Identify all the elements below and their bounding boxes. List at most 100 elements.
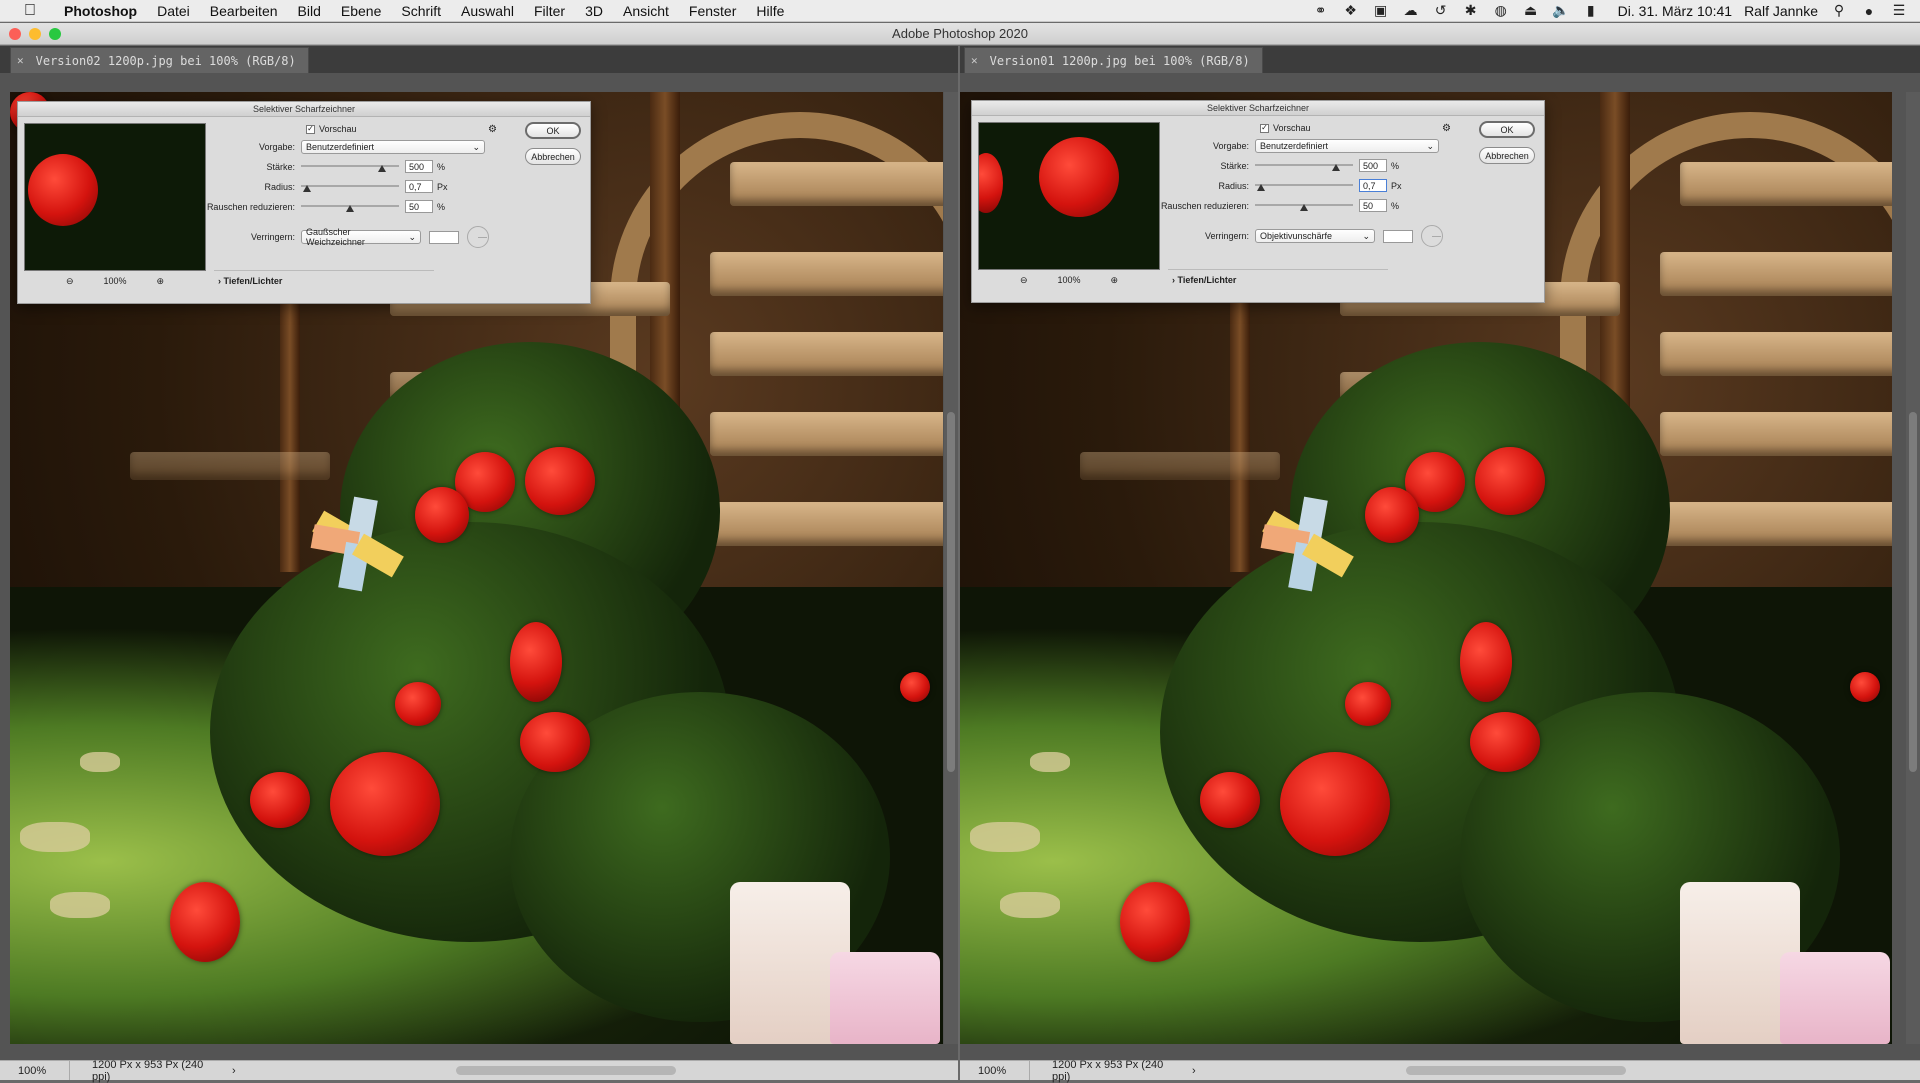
zoom-out-icon[interactable]: ⊖ (1020, 275, 1028, 286)
menu-filter[interactable]: Filter (524, 3, 575, 19)
menu-datei[interactable]: Datei (147, 3, 200, 19)
eject-icon[interactable]: ⏏ (1522, 2, 1540, 19)
noise-slider[interactable] (1255, 200, 1353, 212)
shadows-highlights-section[interactable]: › Tiefen/Lichter (218, 276, 282, 286)
status-zoom[interactable]: 100% (960, 1061, 1030, 1080)
ok-button[interactable]: OK (525, 122, 581, 139)
remove-select[interactable]: Gaußscher Weichzeichner ⌄ (301, 227, 421, 247)
chevron-right-icon[interactable]: › (232, 1065, 236, 1077)
preset-select[interactable]: Benutzerdefiniert ⌄ (1255, 139, 1439, 153)
chevron-right-icon[interactable]: › (1192, 1065, 1196, 1077)
cancel-button[interactable]: Abbrechen (1479, 147, 1535, 164)
radius-slider-knob[interactable] (302, 184, 311, 192)
maximize-window-button[interactable] (49, 27, 61, 40)
zoom-out-icon[interactable]: ⊖ (66, 276, 74, 287)
menu-bild[interactable]: Bild (288, 3, 331, 19)
menu-ebene[interactable]: Ebene (331, 3, 391, 19)
chevron-down-icon: ⌄ (1362, 230, 1370, 241)
vertical-scrollbar[interactable] (1906, 92, 1920, 1044)
menu-hilfe[interactable]: Hilfe (746, 3, 794, 19)
preset-select[interactable]: Benutzerdefiniert ⌄ (301, 140, 485, 154)
angle-field[interactable] (429, 230, 459, 244)
wifi-icon[interactable]: ◍ (1492, 2, 1510, 19)
menu-ansicht[interactable]: Ansicht (613, 3, 679, 19)
noise-field[interactable]: 50 (405, 200, 433, 213)
timemachine-icon[interactable]: ↺ (1432, 2, 1450, 19)
shadows-highlights-section[interactable]: › Tiefen/Lichter (1172, 275, 1236, 285)
menu-app-name[interactable]: Photoshop (54, 3, 147, 19)
menu-fenster[interactable]: Fenster (679, 3, 746, 19)
radius-slider-knob[interactable] (1256, 183, 1265, 191)
remove-value: Gaußscher Weichzeichner (306, 227, 365, 247)
angle-dial-icon[interactable] (467, 226, 489, 248)
menu-3d[interactable]: 3D (575, 3, 613, 19)
clock[interactable]: Di. 31. März 10:41 (1618, 3, 1732, 19)
document-tab[interactable]: ✕ Version01 1200p.jpg bei 100% (RGB/8) (964, 47, 1263, 73)
filter-preview[interactable] (24, 123, 206, 271)
upload-icon[interactable]: ☁ (1402, 2, 1420, 19)
minimize-window-button[interactable] (29, 27, 41, 40)
close-tab-icon[interactable]: ✕ (971, 54, 978, 67)
gear-icon[interactable]: ⚙ (488, 124, 497, 135)
status-area: ⚭ ❖ ▣ ☁ ↺ ✱ ◍ ⏏ 🔈 ▮ Di. 31. März 10:41 R… (1312, 2, 1920, 19)
notification-center-icon[interactable]: ☰ (1890, 2, 1908, 19)
spotlight-search-icon[interactable]: ⚲ (1830, 2, 1848, 19)
vertical-scrollbar[interactable] (944, 92, 958, 1044)
radius-label: Radius: (1218, 180, 1249, 191)
display-icon[interactable]: ▣ (1372, 2, 1390, 19)
noise-row: Rauschen reduzieren: 50 % (206, 200, 445, 213)
dropbox-icon[interactable]: ❖ (1342, 2, 1360, 19)
close-tab-icon[interactable]: ✕ (17, 54, 24, 67)
remove-row: Verringern: Gaußscher Weichzeichner ⌄ (206, 226, 489, 248)
amount-slider[interactable] (1255, 160, 1353, 172)
noise-slider-knob[interactable] (346, 204, 354, 212)
angle-dial-icon[interactable] (1421, 225, 1443, 247)
remove-label: Verringern: (250, 232, 295, 242)
filter-preview[interactable] (978, 122, 1160, 270)
close-window-button[interactable] (9, 27, 21, 40)
cancel-button[interactable]: Abbrechen (525, 148, 581, 165)
noise-field[interactable]: 50 (1359, 199, 1387, 212)
horizontal-scrollbar[interactable] (456, 1066, 676, 1075)
image-canvas[interactable]: Selektiver Scharfzeichner ⊖ 100% ⊕ ✓ Vor… (960, 92, 1892, 1044)
radius-slider[interactable] (1255, 180, 1353, 192)
image-canvas[interactable]: Selektiver Scharfzeichner ⊖ 100% ⊕ ✓ Vor… (10, 92, 943, 1044)
horizontal-scrollbar[interactable] (1406, 1066, 1626, 1075)
menu-auswahl[interactable]: Auswahl (451, 3, 524, 19)
window-title: Adobe Photoshop 2020 (892, 26, 1028, 41)
preview-zoom-value: 100% (1057, 275, 1081, 285)
preview-checkbox[interactable]: ✓ (1260, 123, 1269, 133)
bluetooth-icon[interactable]: ✱ (1462, 2, 1480, 19)
radius-field[interactable]: 0,7 (405, 180, 433, 193)
amount-slider-knob[interactable] (378, 164, 387, 172)
creative-cloud-icon[interactable]: ⚭ (1312, 2, 1330, 19)
noise-slider-knob[interactable] (1300, 203, 1308, 211)
apple-icon[interactable]:  (18, 2, 42, 20)
radius-label: Radius: (264, 181, 295, 192)
document-pane-left: ✕ Version02 1200p.jpg bei 100% (RGB/8) S… (0, 46, 958, 1083)
preview-checkbox[interactable]: ✓ (306, 124, 315, 134)
battery-icon[interactable]: ▮ (1582, 2, 1600, 19)
ok-button[interactable]: OK (1479, 121, 1535, 138)
amount-field[interactable]: 500 (405, 160, 433, 173)
gear-icon[interactable]: ⚙ (1442, 123, 1451, 134)
radius-slider[interactable] (301, 181, 399, 193)
amount-field[interactable]: 500 (1359, 159, 1387, 172)
menu-bearbeiten[interactable]: Bearbeiten (200, 3, 288, 19)
document-tab[interactable]: ✕ Version02 1200p.jpg bei 100% (RGB/8) (10, 47, 309, 73)
user-name[interactable]: Ralf Jannke (1744, 3, 1818, 19)
preview-zoom-bar: ⊖ 100% ⊕ (24, 274, 206, 288)
amount-slider[interactable] (301, 161, 399, 173)
zoom-in-icon[interactable]: ⊕ (157, 276, 165, 287)
zoom-in-icon[interactable]: ⊕ (1111, 275, 1119, 286)
siri-icon[interactable]: ● (1860, 3, 1878, 19)
amount-slider-knob[interactable] (1332, 163, 1341, 171)
menu-schrift[interactable]: Schrift (391, 3, 451, 19)
angle-field[interactable] (1383, 229, 1413, 243)
volume-icon[interactable]: 🔈 (1552, 2, 1570, 19)
status-zoom[interactable]: 100% (0, 1061, 70, 1080)
radius-field[interactable]: 0,7 (1359, 179, 1387, 192)
noise-slider[interactable] (301, 201, 399, 213)
amount-row: Stärke: 500 % (1160, 159, 1399, 172)
remove-select[interactable]: Objektivunschärfe ⌄ (1255, 229, 1375, 243)
